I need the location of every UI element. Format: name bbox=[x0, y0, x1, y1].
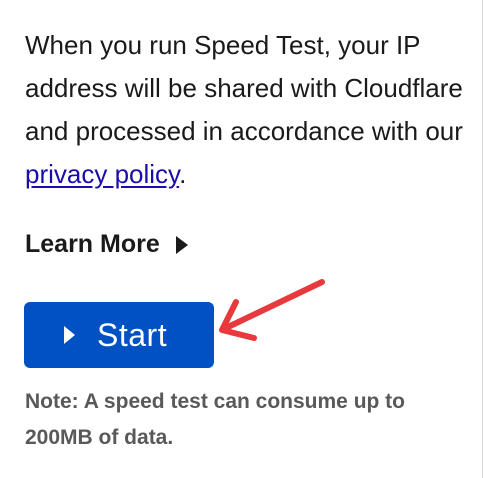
caret-right-icon bbox=[175, 235, 188, 254]
start-button[interactable]: Start bbox=[24, 302, 214, 368]
data-usage-note: Note: A speed test can consume up to 200… bbox=[25, 390, 405, 449]
disclaimer-text: When you run Speed Test, your IP address… bbox=[25, 30, 463, 146]
learn-more-label: Learn More bbox=[25, 230, 160, 258]
speed-test-panel: When you run Speed Test, your IP address… bbox=[0, 0, 483, 478]
privacy-policy-link[interactable]: privacy policy bbox=[25, 159, 179, 189]
red-arrow-icon bbox=[219, 279, 325, 341]
play-icon bbox=[64, 326, 75, 344]
start-button-label: Start bbox=[97, 316, 168, 353]
disclaimer-period: . bbox=[179, 159, 187, 189]
privacy-disclaimer: When you run Speed Test, your IP address… bbox=[25, 24, 465, 196]
learn-more-toggle[interactable]: Learn More bbox=[25, 230, 188, 259]
